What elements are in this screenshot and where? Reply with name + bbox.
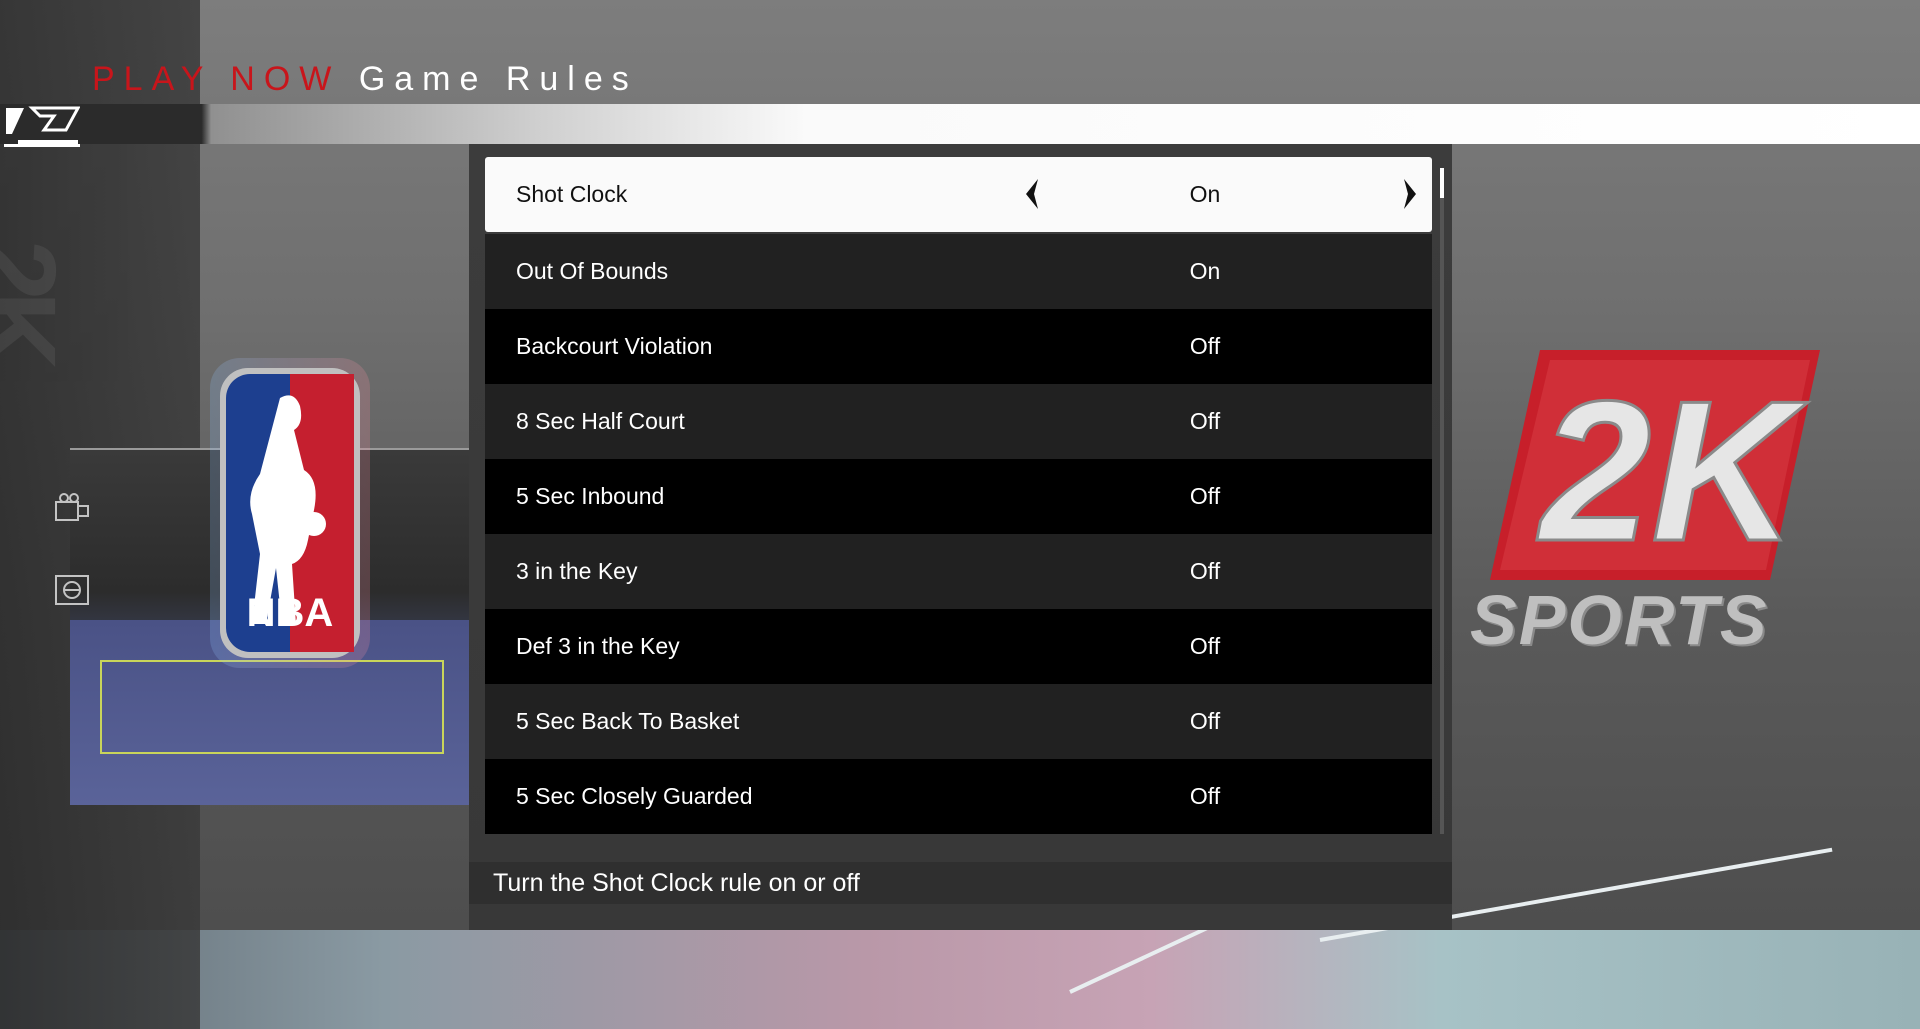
rule-label: 5 Sec Back To Basket bbox=[516, 708, 740, 734]
rule-row-out-of-bounds[interactable]: Out Of Bounds On bbox=[485, 234, 1432, 309]
rule-row-3-in-the-key[interactable]: 3 in the Key Off bbox=[485, 534, 1432, 609]
rule-row-backcourt-violation[interactable]: Backcourt Violation Off bbox=[485, 309, 1432, 384]
rule-label: Def 3 in the Key bbox=[516, 633, 680, 659]
2k-sports-logo: 2K SPORTS bbox=[1470, 330, 1830, 680]
rule-label: Backcourt Violation bbox=[516, 333, 713, 359]
page-title: PLAY NOW Game Rules bbox=[92, 60, 638, 99]
rule-value: Off bbox=[1189, 783, 1221, 809]
title-now: NOW bbox=[230, 60, 341, 98]
sports-logo-text: SPORTS bbox=[1470, 581, 1769, 659]
rule-label: 5 Sec Inbound bbox=[516, 483, 665, 509]
header-bar bbox=[0, 104, 1920, 144]
nba-logo: NBA bbox=[210, 358, 370, 668]
rule-value: Off bbox=[1189, 333, 1221, 359]
rule-value: On bbox=[1189, 258, 1221, 284]
rule-row-def-3-in-the-key[interactable]: Def 3 in the Key Off bbox=[485, 609, 1432, 684]
chevron-right-icon[interactable] bbox=[1400, 177, 1420, 211]
rule-label: Shot Clock bbox=[516, 181, 628, 207]
rule-label: 8 Sec Half Court bbox=[516, 408, 685, 434]
2k-logo-text: 2K bbox=[1536, 360, 1808, 583]
rule-value: Off bbox=[1189, 558, 1221, 584]
scrollbar-track[interactable] bbox=[1440, 168, 1444, 834]
rule-label: 3 in the Key bbox=[516, 558, 638, 584]
rule-label: Out Of Bounds bbox=[516, 258, 669, 284]
rule-value: Off bbox=[1189, 633, 1221, 659]
court-ball-icon[interactable] bbox=[52, 570, 92, 610]
nba-logo-text: NBA bbox=[247, 591, 334, 635]
rule-row-shot-clock[interactable]: Shot Clock On bbox=[485, 157, 1432, 232]
rule-value: On bbox=[1189, 181, 1221, 207]
court-line bbox=[100, 660, 444, 754]
rule-label: 5 Sec Closely Guarded bbox=[516, 783, 753, 809]
chevron-left-icon[interactable] bbox=[1022, 177, 1042, 211]
title-game-rules: Game Rules bbox=[358, 60, 638, 98]
rule-description: Turn the Shot Clock rule on or off bbox=[469, 862, 1452, 904]
rule-row-8-sec-half-court[interactable]: 8 Sec Half Court Off bbox=[485, 384, 1432, 459]
camera-icon[interactable] bbox=[52, 490, 92, 530]
scrollbar-thumb[interactable] bbox=[1440, 168, 1444, 198]
rule-row-5-sec-closely-guarded[interactable]: 5 Sec Closely Guarded Off bbox=[485, 759, 1432, 834]
rule-value: Off bbox=[1189, 483, 1221, 509]
title-play: PLAY bbox=[92, 60, 212, 98]
court-floor-background bbox=[0, 847, 1920, 1029]
background-brand-watermark: 2K bbox=[0, 240, 78, 361]
rule-value: Off bbox=[1189, 708, 1221, 734]
rule-row-5-sec-back-to-basket[interactable]: 5 Sec Back To Basket Off bbox=[485, 684, 1432, 759]
description-text: Turn the Shot Clock rule on or off bbox=[493, 869, 860, 897]
2k-logo-icon bbox=[4, 104, 81, 147]
rule-value: Off bbox=[1189, 408, 1221, 434]
rule-row-5-sec-inbound[interactable]: 5 Sec Inbound Off bbox=[485, 459, 1432, 534]
